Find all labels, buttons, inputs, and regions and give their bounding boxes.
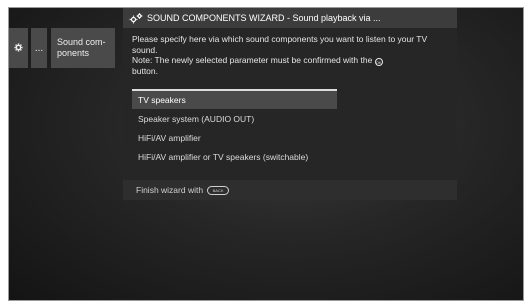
instruction-text: Please specify here via which sound comp… [132,34,428,55]
sound-options-list: TV speakers Speaker system (AUDIO OUT) H… [132,89,337,166]
back-key-icon: BACK [207,185,230,195]
dialog-body: Please specify here via which sound comp… [123,28,457,77]
ok-key-icon: OK [374,58,383,66]
option-label: HiFi/AV amplifier [138,132,201,143]
tv-screen: ... Sound com- ponents SOUND COMPONENTS … [8,7,524,301]
nav-settings-tile[interactable] [9,28,28,68]
dialog-title: SOUND COMPONENTS WIZARD - Sound playback… [147,13,381,23]
gears-icon [129,12,143,24]
option-tv-speakers[interactable]: TV speakers [132,89,337,109]
option-label: TV speakers [138,95,186,105]
nav-sound-components-tile[interactable]: Sound com- ponents [51,28,115,68]
option-speaker-system[interactable]: Speaker system (AUDIO OUT) [132,109,337,128]
option-label: HiFi/AV amplifier or TV speakers (switch… [138,151,309,162]
note-text: Note: The newly selected parameter must … [132,55,449,77]
dialog-header: SOUND COMPONENTS WIZARD - Sound playback… [123,8,457,28]
option-label: Speaker system (AUDIO OUT) [138,113,255,124]
option-hifi-av-amplifier[interactable]: HiFi/AV amplifier [132,128,337,147]
sound-components-wizard-dialog: SOUND COMPONENTS WIZARD - Sound playback… [123,8,457,200]
note-suffix: button. [132,66,158,76]
nav-more-tile[interactable]: ... [31,28,47,68]
note-prefix: Note: The newly selected parameter must … [132,55,373,65]
option-hifi-or-tv-switchable[interactable]: HiFi/AV amplifier or TV speakers (switch… [132,147,337,166]
footer-text: Finish wizard with [136,185,204,195]
nav-more-label: ... [34,42,44,54]
dialog-footer: Finish wizard with BACK [123,180,457,200]
nav-sound-components-label: Sound com- ponents [57,37,106,58]
gear-icon [14,39,23,57]
